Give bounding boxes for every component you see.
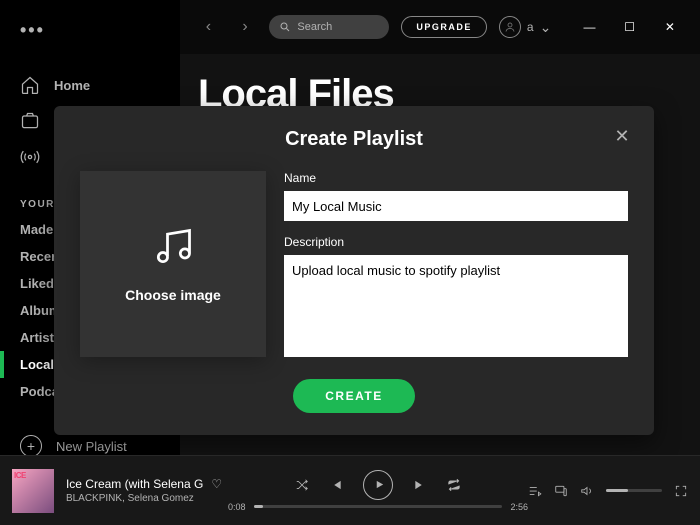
duration-time: 2:56 (510, 502, 528, 512)
modal-title: Create Playlist (80, 128, 628, 151)
choose-image-label: Choose image (125, 287, 221, 303)
queue-button[interactable] (528, 484, 542, 498)
music-note-icon (151, 225, 195, 269)
next-button[interactable] (413, 478, 427, 492)
player-bar: Ice Cream (with Selena G ♡ BLACKPINK, Se… (0, 455, 700, 525)
repeat-button[interactable] (447, 478, 461, 492)
like-button[interactable]: ♡ (211, 477, 222, 491)
shuffle-button[interactable] (295, 478, 309, 492)
fullscreen-button[interactable] (674, 484, 688, 498)
playlist-name-input[interactable] (284, 191, 628, 221)
play-button[interactable] (363, 470, 393, 500)
volume-slider[interactable] (606, 489, 662, 492)
playlist-description-input[interactable]: Upload local music to spotify playlist (284, 255, 628, 357)
track-info: Ice Cream (with Selena G ♡ BLACKPINK, Se… (66, 477, 228, 504)
name-label: Name (284, 171, 628, 185)
create-playlist-modal: Create Playlist ✕ Choose image Name Desc… (54, 106, 654, 435)
previous-button[interactable] (329, 478, 343, 492)
volume-button[interactable] (580, 484, 594, 498)
create-button[interactable]: CREATE (293, 379, 414, 413)
description-label: Description (284, 235, 628, 249)
devices-button[interactable] (554, 484, 568, 498)
elapsed-time: 0:08 (228, 502, 246, 512)
playback-controls: 0:08 2:56 (228, 470, 528, 512)
progress-bar[interactable] (254, 505, 503, 508)
right-controls (528, 484, 688, 498)
choose-image-button[interactable]: Choose image (80, 171, 266, 357)
modal-backdrop: Create Playlist ✕ Choose image Name Desc… (0, 0, 700, 525)
progress-row: 0:08 2:56 (228, 502, 528, 512)
album-art[interactable] (12, 469, 54, 513)
close-modal-button[interactable]: ✕ (610, 124, 634, 148)
track-artist[interactable]: BLACKPINK, Selena Gomez (66, 493, 228, 504)
track-title[interactable]: Ice Cream (with Selena G (66, 477, 203, 491)
